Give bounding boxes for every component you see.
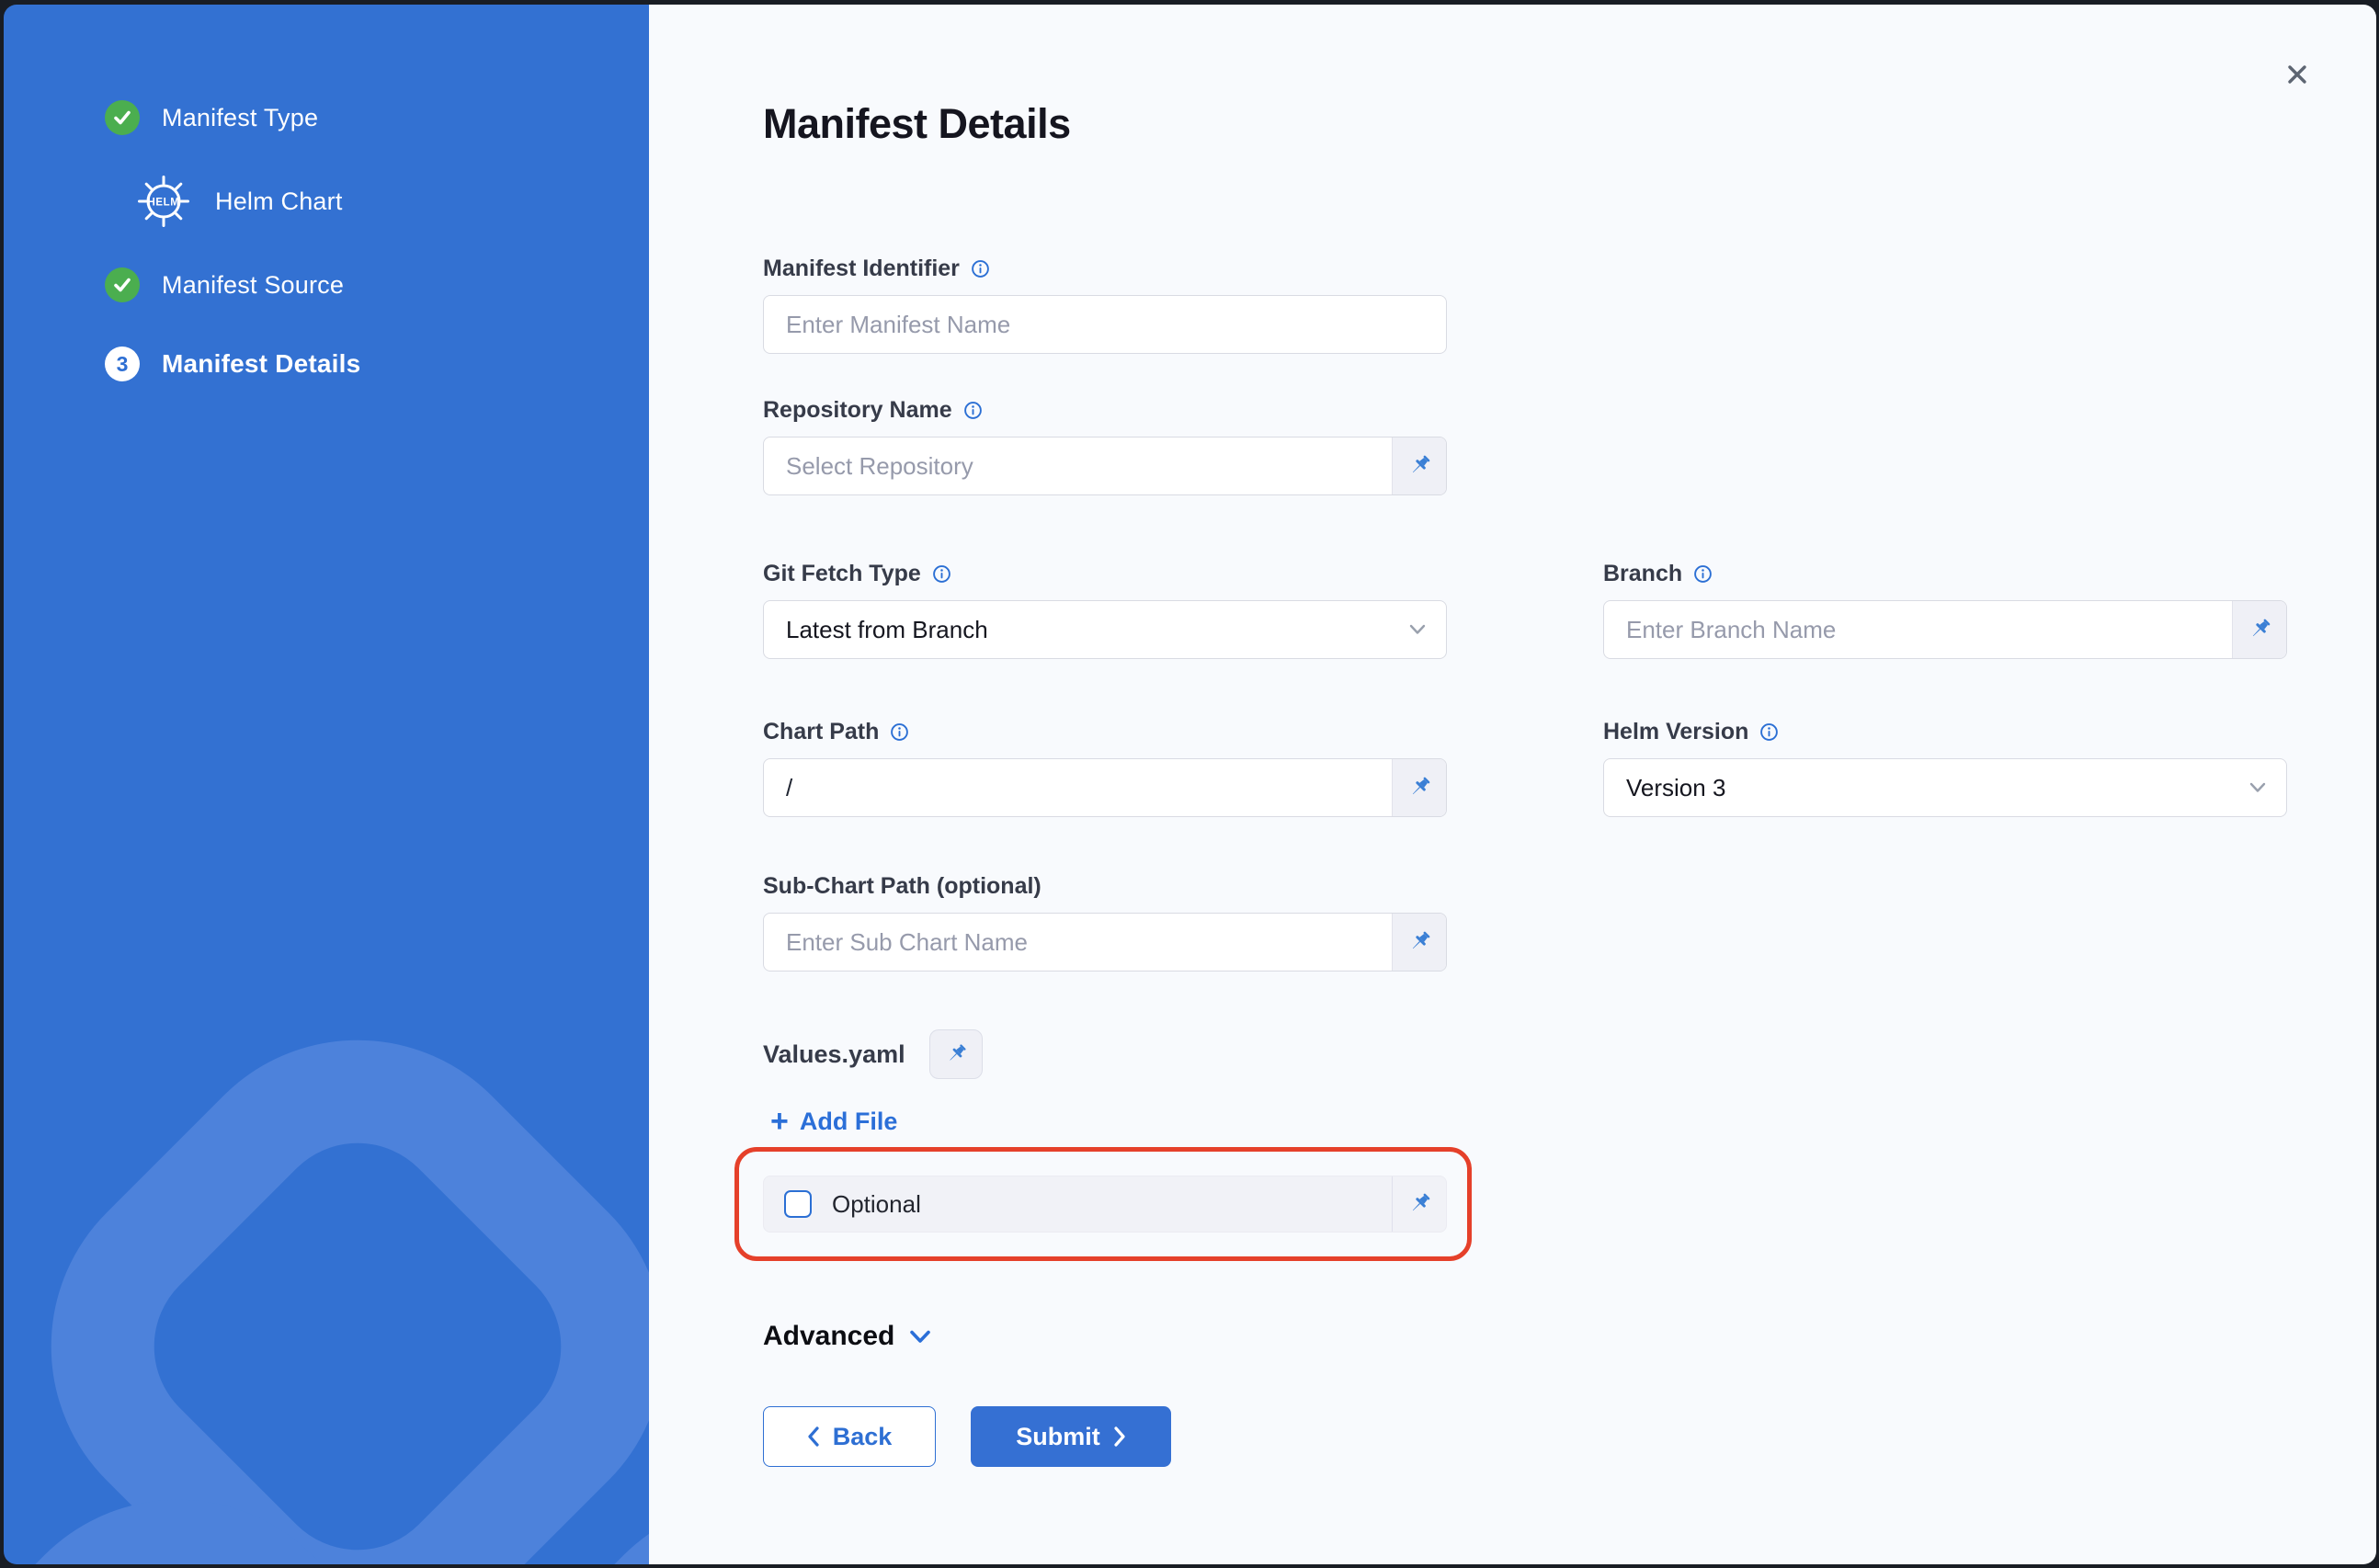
manifest-identifier-input[interactable] — [764, 296, 1446, 353]
branch-group: Branch — [1603, 560, 2287, 659]
chevron-down-icon — [909, 1330, 931, 1344]
chevron-left-icon — [807, 1426, 820, 1447]
add-file-label: Add File — [800, 1108, 898, 1136]
plus-icon: + — [770, 1108, 789, 1136]
brand-logo-watermark — [4, 979, 649, 1564]
close-button[interactable] — [2275, 52, 2319, 97]
values-file-path-row: Optional — [763, 1176, 1447, 1233]
helm-version-select[interactable]: Version 3 — [1603, 758, 2287, 817]
chevron-down-icon — [1409, 624, 1426, 635]
optional-checkbox-label: Optional — [832, 1190, 921, 1219]
chevron-down-icon — [2249, 782, 2266, 793]
step-label: Manifest Source — [162, 271, 344, 300]
step-helm-chart: HELM Helm Chart — [105, 172, 649, 231]
advanced-label: Advanced — [763, 1321, 894, 1352]
step-manifest-source[interactable]: Manifest Source — [105, 267, 649, 302]
wizard-steps: Manifest Type — [4, 5, 649, 381]
annotation-highlight-box: Optional — [734, 1147, 1472, 1261]
manifest-identifier-label: Manifest Identifier — [763, 256, 960, 282]
values-yaml-pin-button[interactable] — [929, 1029, 983, 1079]
helm-wheel-icon: HELM — [134, 172, 193, 231]
step-number-badge: 3 — [105, 347, 140, 381]
step-complete-check-icon — [105, 100, 140, 135]
helm-version-group: Helm Version Version 3 — [1603, 718, 2287, 817]
sub-chart-path-input[interactable] — [764, 914, 1446, 971]
page-title: Manifest Details — [763, 100, 2376, 148]
repository-name-group: Repository Name — [763, 396, 1447, 495]
values-yaml-label: Values.yaml — [763, 1040, 905, 1069]
step-manifest-details[interactable]: 3 Manifest Details — [105, 347, 649, 381]
branch-label: Branch — [1603, 561, 1682, 587]
git-fetch-type-label: Git Fetch Type — [763, 561, 921, 587]
info-icon[interactable] — [963, 401, 983, 420]
helm-version-label: Helm Version — [1603, 719, 1748, 745]
manifest-wizard-modal: Manifest Type — [4, 5, 2376, 1564]
pin-icon[interactable] — [1392, 437, 1446, 494]
chart-path-input[interactable] — [764, 759, 1446, 816]
step-label: Manifest Details — [162, 349, 360, 379]
add-file-button[interactable]: + Add File — [770, 1108, 897, 1136]
close-icon — [2283, 61, 2311, 88]
manifest-details-panel: Manifest Details Manifest Identifier Rep… — [649, 5, 2376, 1564]
values-yaml-row: Values.yaml — [763, 1028, 2376, 1080]
repository-name-label: Repository Name — [763, 397, 952, 424]
advanced-toggle[interactable]: Advanced — [763, 1318, 931, 1355]
repository-name-input[interactable] — [764, 437, 1446, 494]
pin-icon[interactable] — [1392, 914, 1446, 971]
svg-text:HELM: HELM — [148, 198, 180, 209]
step-label: Helm Chart — [215, 187, 343, 216]
info-icon[interactable] — [890, 722, 909, 742]
optional-checkbox[interactable] — [784, 1190, 812, 1218]
sub-chart-path-group: Sub-Chart Path (optional) — [763, 872, 1447, 971]
back-button[interactable]: Back — [763, 1406, 936, 1467]
submit-button-label: Submit — [1016, 1423, 1100, 1451]
wizard-sidebar: Manifest Type — [4, 5, 649, 1564]
info-icon[interactable] — [932, 564, 951, 584]
step-complete-check-icon — [105, 267, 140, 302]
chart-path-label: Chart Path — [763, 719, 879, 745]
back-button-label: Back — [833, 1423, 893, 1451]
git-fetch-type-group: Git Fetch Type Latest from Branch — [763, 560, 1447, 659]
info-icon[interactable] — [1693, 564, 1713, 584]
pin-icon[interactable] — [1392, 759, 1446, 816]
pin-icon[interactable] — [2232, 601, 2286, 658]
branch-input[interactable] — [1604, 601, 2286, 658]
chevron-right-icon — [1113, 1426, 1126, 1447]
wizard-actions: Back Submit — [763, 1406, 2376, 1467]
git-fetch-type-select[interactable]: Latest from Branch — [763, 600, 1447, 659]
sub-chart-path-label: Sub-Chart Path (optional) — [763, 873, 1042, 900]
info-icon[interactable] — [971, 259, 990, 278]
pin-icon[interactable] — [1392, 1176, 1446, 1232]
step-manifest-type[interactable]: Manifest Type — [105, 100, 649, 135]
pin-icon — [943, 1041, 969, 1067]
manifest-identifier-group: Manifest Identifier — [763, 255, 1447, 354]
submit-button[interactable]: Submit — [971, 1406, 1171, 1467]
chart-path-group: Chart Path — [763, 718, 1447, 817]
info-icon[interactable] — [1759, 722, 1779, 742]
step-label: Manifest Type — [162, 104, 318, 132]
